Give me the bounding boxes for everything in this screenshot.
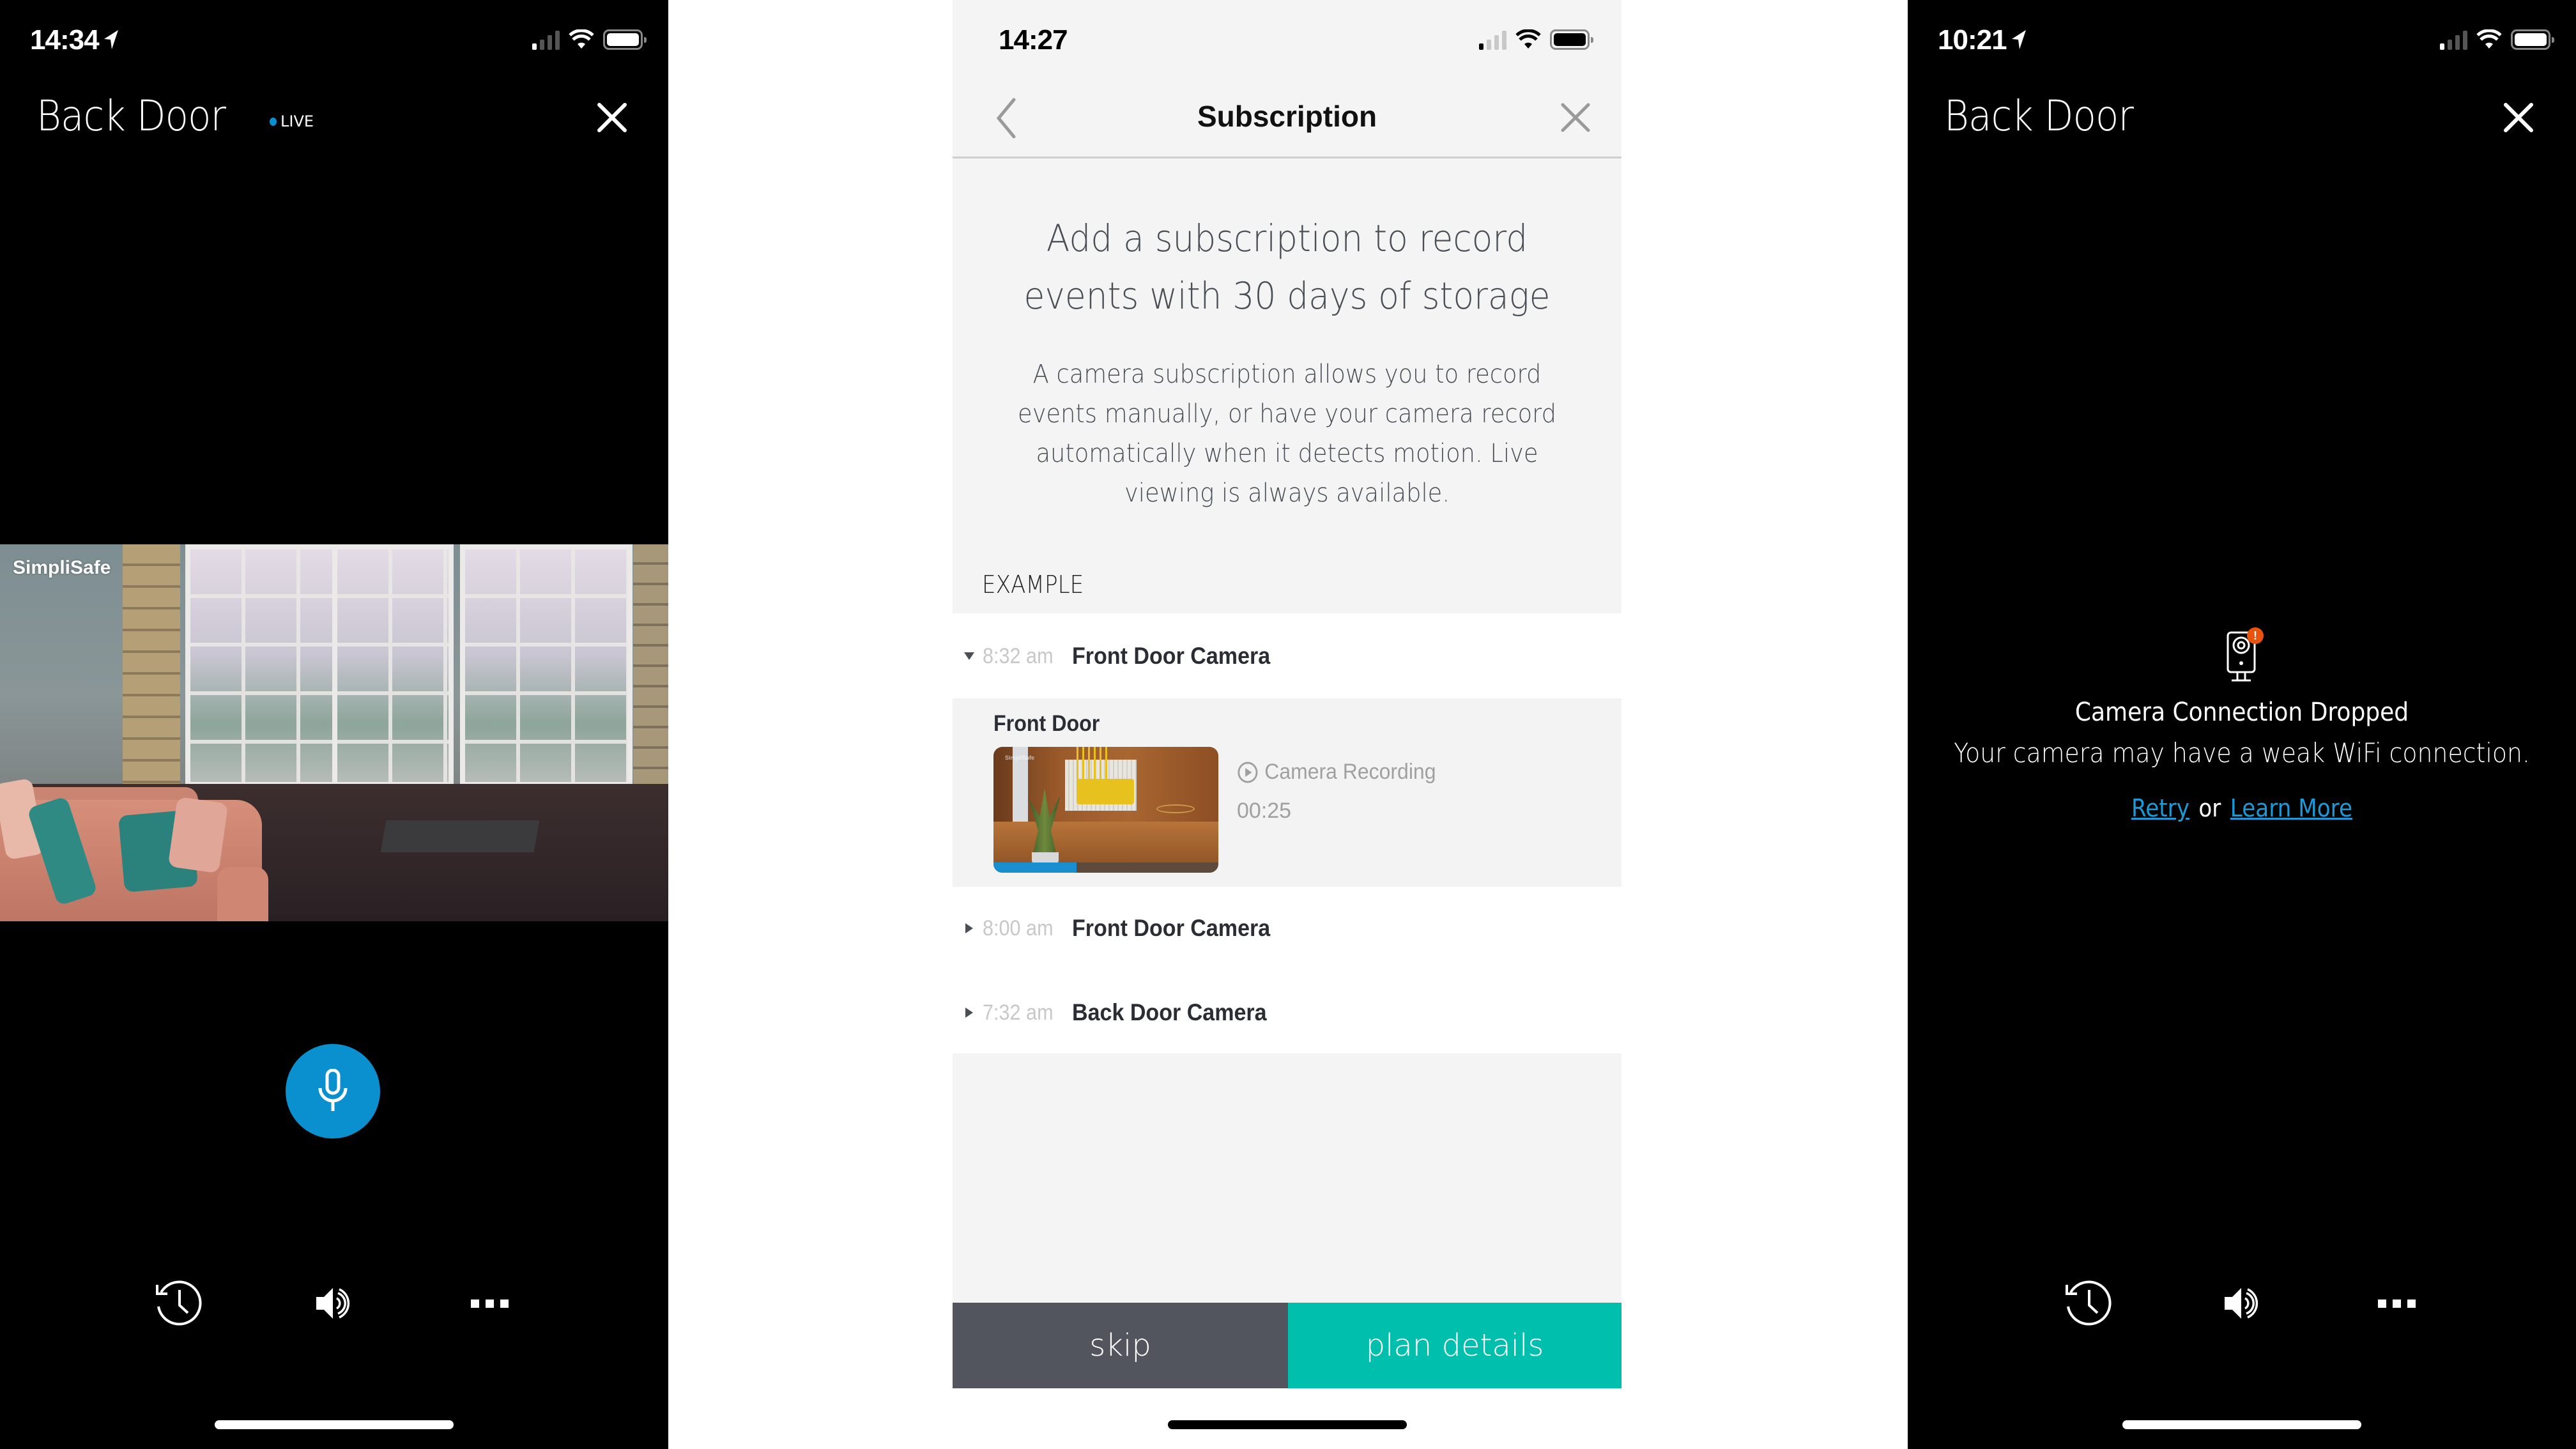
status-bar-time: 14:27 [999,24,1068,56]
event-time: 8:32 am [983,643,1054,668]
wifi-icon [569,29,594,49]
close-icon[interactable] [595,101,629,134]
event-video-thumbnail[interactable]: SimpliSafe [993,747,1218,873]
camera-controls [1908,1275,2576,1332]
location-arrow-icon [2011,30,2026,49]
location-arrow-icon [103,30,118,49]
promo-heading: Add a subscription to record events with… [1023,217,1551,318]
error-title: Camera Connection Dropped [2074,698,2409,727]
live-video-feed[interactable]: SimpliSafe [0,544,668,921]
history-button[interactable] [151,1275,208,1332]
signal-icon [532,31,560,50]
caret-right-icon [965,923,973,933]
event-row[interactable]: 7:32 am Back Door Camera [953,987,1621,1038]
live-view-screen: 14:34 Back Door LIVE SimpliSafe [0,0,668,1449]
error-actions: Retry or Learn More [1941,794,2542,822]
history-clock-icon [2066,1280,2112,1326]
home-indicator[interactable] [1167,1420,1407,1429]
retry-link[interactable]: Retry [2131,794,2189,822]
play-circle-icon[interactable] [1237,761,1259,784]
status-bar-icons [1479,28,1593,50]
subscription-screen: 14:27 Subscription Add a subscription to… [953,0,1621,1449]
wifi-icon [2476,29,2502,49]
home-indicator[interactable] [215,1420,454,1429]
status-bar-time: 10:21 [1938,24,2027,56]
status-bar-icons [2440,28,2554,50]
caret-right-icon [965,1008,973,1018]
close-icon[interactable] [1560,102,1591,133]
event-row[interactable]: 8:00 am Front Door Camera [953,903,1621,954]
battery-icon [603,29,647,50]
history-button[interactable] [2060,1275,2118,1332]
example-section-label: EXAMPLE [982,571,1084,599]
empty-area [953,1054,1621,1303]
audio-button[interactable] [2212,1275,2270,1332]
status-bar-time: 14:34 [30,24,119,56]
speaker-icon [2225,1288,2258,1319]
recording-duration: 00:25 [1237,799,1292,823]
event-card-title: Front Door [993,711,1100,736]
event-camera-name: Front Door Camera [1072,915,1271,941]
history-clock-icon [156,1280,202,1326]
status-bar-icons [532,28,647,50]
audio-button[interactable] [304,1275,362,1332]
or-label: or [2198,794,2221,822]
recording-info: Camera Recording 00:25 [1237,760,1448,824]
event-camera-name: Front Door Camera [1072,643,1271,669]
skip-button[interactable]: skip [953,1303,1288,1388]
header-divider [953,157,1621,158]
microphone-icon [318,1069,348,1111]
battery-icon [1550,29,1593,50]
home-indicator[interactable] [2122,1420,2361,1429]
push-to-talk-button[interactable] [286,1044,380,1138]
page-title: Subscription [1197,100,1377,133]
battery-icon [2511,29,2554,50]
event-time: 8:00 am [983,916,1054,940]
error-message: Your camera may have a weak WiFi connect… [1954,737,2530,769]
video-watermark: SimpliSafe [13,557,111,578]
close-icon[interactable] [2502,101,2535,134]
signal-icon [2440,31,2467,50]
caret-down-icon [964,652,974,660]
event-camera-name: Back Door Camera [1072,999,1267,1025]
action-buttons: skip plan details [953,1303,1621,1388]
camera-alert-icon: ! [2216,626,2267,684]
more-dots-icon [2378,1300,2416,1308]
learn-more-link[interactable]: Learn More [2230,794,2352,822]
camera-title: Back Door [1944,91,2134,141]
connection-error-screen: 10:21 Back Door ! Camera Connection Drop… [1908,0,2576,1449]
camera-controls [0,1275,668,1332]
speaker-icon [316,1288,350,1319]
playback-progress-bar [993,862,1218,873]
plan-details-button[interactable]: plan details [1288,1303,1621,1388]
recording-label: Camera Recording [1264,760,1436,784]
event-detail-card: Front Door SimpliSafe Camera Recording 0… [953,698,1621,887]
more-button[interactable] [2368,1275,2426,1332]
live-badge: LIVE [270,112,314,130]
connection-error-message: ! Camera Connection Dropped Your camera … [1908,626,2576,822]
live-dot-icon [270,117,277,126]
signal-icon [1479,31,1506,50]
promo-description: A camera subscription allows you to reco… [1018,360,1556,508]
more-button[interactable] [461,1275,519,1332]
playback-progress-fill [993,862,1077,873]
wifi-icon [1515,29,1541,49]
more-dots-icon [471,1300,509,1308]
camera-title: Back Door [36,91,226,141]
alert-badge: ! [2247,627,2264,644]
event-time: 7:32 am [983,1000,1054,1025]
thumbnail-watermark: SimpliSafe [1005,755,1035,761]
event-row[interactable]: 8:32 am Front Door Camera [953,631,1621,682]
